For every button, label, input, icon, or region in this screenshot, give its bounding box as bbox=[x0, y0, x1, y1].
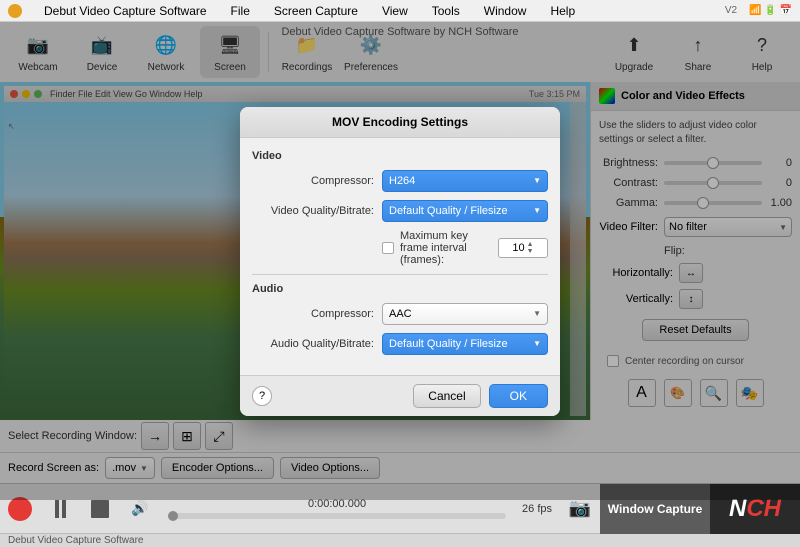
audio-quality-arrow: ▼ bbox=[533, 339, 541, 348]
stepper-up[interactable]: ▲ bbox=[527, 241, 534, 248]
version-badge: V2 bbox=[725, 5, 737, 16]
quality-label: Video Quality/Bitrate: bbox=[252, 205, 382, 217]
audio-quality-row: Audio Quality/Bitrate: Default Quality /… bbox=[252, 333, 548, 355]
audio-quality-value: Default Quality / Filesize bbox=[389, 338, 508, 350]
quality-arrow: ▼ bbox=[533, 206, 541, 215]
keyframe-value: 10 bbox=[512, 242, 524, 254]
modal-dialog: MOV Encoding Settings Video Compressor: … bbox=[240, 107, 560, 416]
fps-display: 26 fps bbox=[514, 503, 560, 515]
audio-section-header: Audio bbox=[252, 283, 548, 295]
video-section-header: Video bbox=[252, 150, 548, 162]
audio-compressor-row: Compressor: AAC ▼ bbox=[252, 303, 548, 325]
status-bar: Debut Video Capture Software bbox=[0, 533, 800, 547]
quality-value: Default Quality / Filesize bbox=[389, 205, 508, 217]
menu-screen-capture[interactable]: Screen Capture bbox=[268, 4, 364, 18]
menu-file[interactable]: File bbox=[225, 4, 256, 18]
stepper-down[interactable]: ▼ bbox=[527, 248, 534, 255]
compressor-value: H264 bbox=[389, 175, 415, 187]
menu-help[interactable]: Help bbox=[544, 4, 581, 18]
compressor-label: Compressor: bbox=[252, 175, 382, 187]
keyframe-stepper[interactable]: ▲ ▼ bbox=[527, 241, 534, 255]
camera-icon: 📷 bbox=[569, 498, 591, 519]
keyframe-row: Maximum key frame interval (frames): 10 … bbox=[252, 230, 548, 266]
audio-compressor-label: Compressor: bbox=[252, 308, 382, 320]
ok-button[interactable]: OK bbox=[489, 384, 548, 408]
app-icon bbox=[8, 4, 22, 18]
quality-row: Video Quality/Bitrate: Default Quality /… bbox=[252, 200, 548, 222]
modal-divider bbox=[252, 274, 548, 275]
keyframe-label: Maximum key frame interval (frames): bbox=[400, 230, 490, 266]
modal-body: Video Compressor: H264 ▼ Video Quality/B… bbox=[240, 138, 560, 375]
modal-footer: ? Cancel OK bbox=[240, 375, 560, 416]
progress-thumb[interactable] bbox=[168, 511, 178, 521]
modal-help-button[interactable]: ? bbox=[252, 386, 272, 406]
system-icons: 📶 🔋 📅 bbox=[749, 5, 792, 16]
menu-tools[interactable]: Tools bbox=[426, 4, 466, 18]
cancel-button[interactable]: Cancel bbox=[413, 384, 480, 408]
pause-icon bbox=[55, 500, 66, 518]
compressor-dropdown[interactable]: H264 ▼ bbox=[382, 170, 548, 192]
keyframe-input[interactable]: 10 ▲ ▼ bbox=[498, 238, 548, 258]
time-section: 0:00:00.000 bbox=[160, 498, 514, 519]
menu-view[interactable]: View bbox=[376, 4, 414, 18]
menu-bar: Debut Video Capture Software File Screen… bbox=[0, 0, 800, 22]
audio-quality-label: Audio Quality/Bitrate: bbox=[252, 338, 382, 350]
audio-compressor-value: AAC bbox=[389, 308, 412, 320]
modal-title-bar: MOV Encoding Settings bbox=[240, 107, 560, 138]
compressor-arrow: ▼ bbox=[533, 176, 541, 185]
volume-icon: 🔊 bbox=[131, 500, 148, 517]
audio-compressor-dropdown[interactable]: AAC ▼ bbox=[382, 303, 548, 325]
modal-overlay: MOV Encoding Settings Video Compressor: … bbox=[0, 22, 800, 500]
progress-bar[interactable] bbox=[168, 513, 506, 519]
quality-dropdown[interactable]: Default Quality / Filesize ▼ bbox=[382, 200, 548, 222]
compressor-row: Compressor: H264 ▼ bbox=[252, 170, 548, 192]
audio-compressor-arrow: ▼ bbox=[533, 309, 541, 318]
audio-quality-dropdown[interactable]: Default Quality / Filesize ▼ bbox=[382, 333, 548, 355]
menu-app[interactable]: Debut Video Capture Software bbox=[38, 4, 213, 18]
stop-icon bbox=[91, 500, 109, 518]
keyframe-checkbox[interactable] bbox=[382, 242, 394, 254]
record-circle bbox=[8, 497, 32, 521]
menu-window[interactable]: Window bbox=[478, 4, 533, 18]
status-text: Debut Video Capture Software bbox=[8, 535, 143, 546]
modal-title: MOV Encoding Settings bbox=[332, 115, 468, 129]
window-capture-label: Window Capture bbox=[608, 502, 703, 516]
